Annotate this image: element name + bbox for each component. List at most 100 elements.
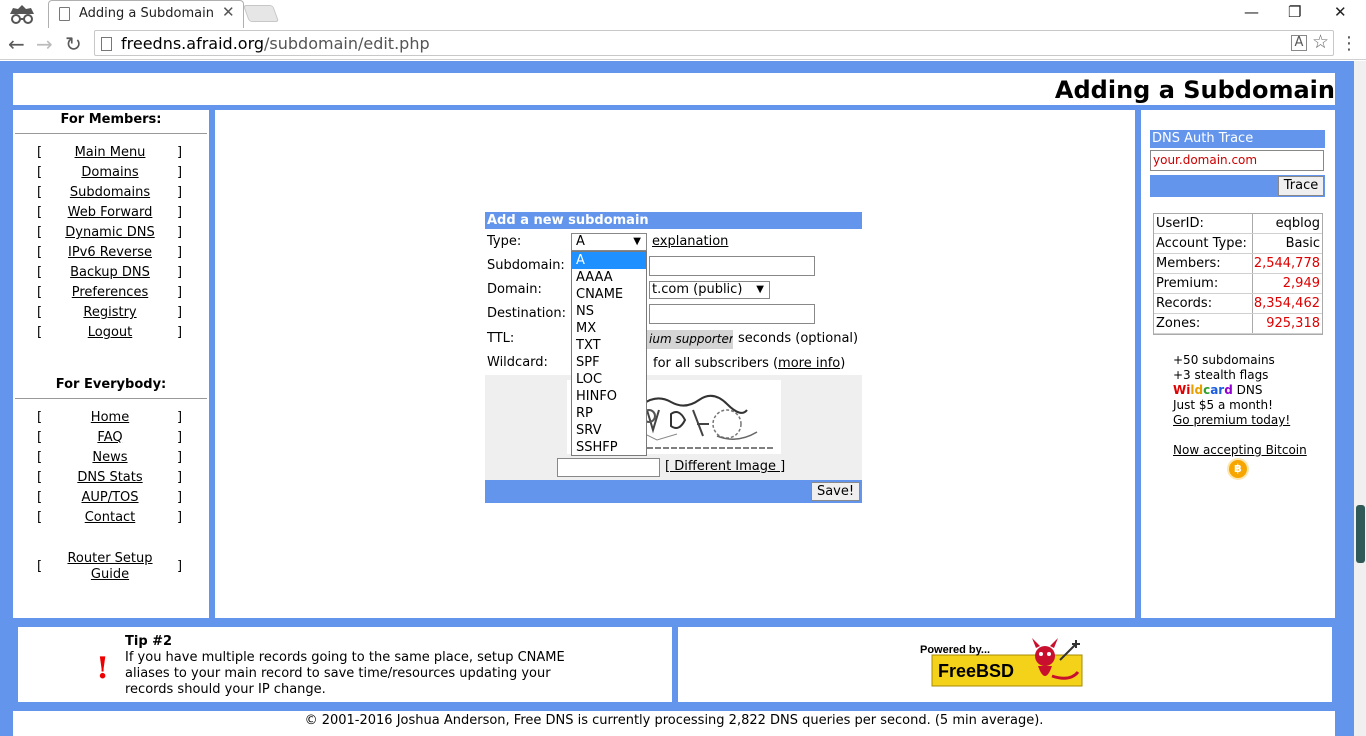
nav-link-dynamic-dns[interactable]: Dynamic DNS [53,225,167,240]
go-premium-link[interactable]: Go premium today! [1173,413,1290,427]
browser-toolbar: ← → ↻ freedns.afraid.org/subdomain/edit.… [0,28,1366,60]
everybody-heading: For Everybody: [55,377,167,392]
browser-tab-strip: Adding a Subdomain ✕ — ❐ ✕ [0,0,1366,28]
type-dropdown-list: A AAAA CNAME NS MX TXT SPF LOC HINFO RP SRV SSHFP [571,251,647,456]
explanation-link[interactable]: explanation [652,234,728,249]
bracket: [ [37,265,43,280]
powered-by-text: Powered by... [920,644,990,656]
reload-icon[interactable]: ↻ [65,32,82,56]
divider [15,133,207,134]
back-icon[interactable]: ← [8,32,25,56]
stat-value: 2,544,778 [1253,256,1320,271]
document-icon [59,7,70,21]
nav-row: [ Backup DNS] [13,265,209,285]
nav-row: [Contact] [13,510,209,530]
nav-row: [AUP/TOS] [13,490,209,510]
nav-link-registry[interactable]: Registry [53,305,167,320]
stat-label: Zones: [1156,316,1201,331]
type-option[interactable]: RP [572,405,646,422]
bracket: ] [177,410,183,425]
restore-icon[interactable]: ❐ [1288,3,1301,21]
type-option[interactable]: HINFO [572,388,646,405]
domain-selected-value: t.com (public) [652,282,743,297]
type-option[interactable]: TXT [572,337,646,354]
nav-link-router-setup-guide[interactable]: Router Setup Guide [53,551,167,583]
stat-row: Records: 8,354,462 [1154,294,1322,314]
minimize-icon[interactable]: — [1244,3,1259,21]
bracket: [ [37,205,43,220]
bracket: [ [37,559,43,574]
nav-link-main-menu[interactable]: Main Menu [53,145,167,160]
more-info-link[interactable]: more info [778,356,840,371]
freebsd-logo[interactable]: Powered by... FreeBSD [920,636,1086,688]
bracket: [ [37,165,43,180]
type-option[interactable]: SPF [572,354,646,371]
tip-panel: ! Tip #2 If you have multiple records go… [18,627,672,702]
destination-input[interactable] [649,304,815,324]
stat-value: 925,318 [1266,316,1320,331]
members-heading: For Members: [60,112,162,127]
nav-row: [Registry] [13,305,209,325]
type-option[interactable]: SRV [572,422,646,439]
type-select[interactable]: A ▼ [571,233,647,251]
forward-icon[interactable]: → [36,32,53,56]
address-bar[interactable]: freedns.afraid.org/subdomain/edit.php A … [94,30,1334,56]
nav-link-aup-tos[interactable]: AUP/TOS [53,490,167,505]
page-background: Adding a Subdomain For Members: [Main Me… [0,61,1354,736]
menu-icon[interactable]: ⋮ [1340,33,1358,54]
bracket: ] [177,510,183,525]
nav-link-web-forward[interactable]: Web Forward [53,205,167,220]
close-icon[interactable]: ✕ [222,3,235,21]
translate-icon[interactable]: A [1291,35,1307,51]
captcha-input[interactable] [557,458,660,477]
nav-link-faq[interactable]: FAQ [53,430,167,445]
bracket: ] [177,265,183,280]
nav-row: [Subdomains] [13,185,209,205]
type-option[interactable]: SSHFP [572,439,646,456]
bracket: ] [177,245,183,260]
bracket: [ [37,245,43,260]
browser-tab[interactable]: Adding a Subdomain ✕ [48,0,244,28]
stat-label: UserID: [1156,216,1204,231]
close-window-icon[interactable]: ✕ [1334,3,1347,21]
ttl-input-disabled: ium supporters [647,330,733,349]
bracket: [ [37,490,43,505]
nav-link-logout[interactable]: Logout [53,325,167,340]
nav-link-subdomains[interactable]: Subdomains [53,185,167,200]
different-image-link[interactable]: [ Different Image ] [665,459,785,474]
trace-domain-input[interactable]: your.domain.com [1150,150,1324,171]
bitcoin-link[interactable]: Now accepting Bitcoin [1173,443,1307,457]
account-stats-table: UserID: eqblog Account Type: Basic Members: 2… [1153,213,1323,335]
nav-link-domains[interactable]: Domains [53,165,167,180]
stat-row: UserID: eqblog [1154,214,1322,234]
nav-link-backup-dns[interactable]: Backup DNS [53,265,167,280]
type-option[interactable]: MX [572,320,646,337]
bookmark-star-icon[interactable]: ☆ [1312,31,1329,53]
type-option[interactable]: A [572,252,646,269]
type-label: Type: [487,234,522,249]
stat-row: Premium: 2,949 [1154,274,1322,294]
nav-link-preferences[interactable]: Preferences [53,285,167,300]
type-option[interactable]: AAAA [572,269,646,286]
subdomain-input[interactable] [649,256,815,276]
bracket: [ [37,185,43,200]
type-option[interactable]: CNAME [572,286,646,303]
bracket: ] [177,325,183,340]
nav-link-contact[interactable]: Contact [53,510,167,525]
domain-select[interactable]: t.com (public) ▼ [649,281,770,299]
domain-label: Domain: [487,282,542,297]
type-option[interactable]: NS [572,303,646,320]
nav-link-news[interactable]: News [53,450,167,465]
nav-link-home[interactable]: Home [53,410,167,425]
type-option[interactable]: LOC [572,371,646,388]
nav-link-ipv6-reverse[interactable]: IPv6 Reverse [53,245,167,260]
trace-button[interactable]: Trace [1278,176,1324,196]
nav-link-dns-stats[interactable]: DNS Stats [53,470,167,485]
scrollbar-thumb[interactable] [1356,505,1365,563]
stat-label: Members: [1156,256,1221,271]
bracket: ] [177,430,183,445]
new-tab-button[interactable] [242,5,280,22]
save-button[interactable]: Save! [811,482,860,501]
stat-value: eqblog [1275,216,1320,231]
scrollbar[interactable] [1354,61,1366,736]
